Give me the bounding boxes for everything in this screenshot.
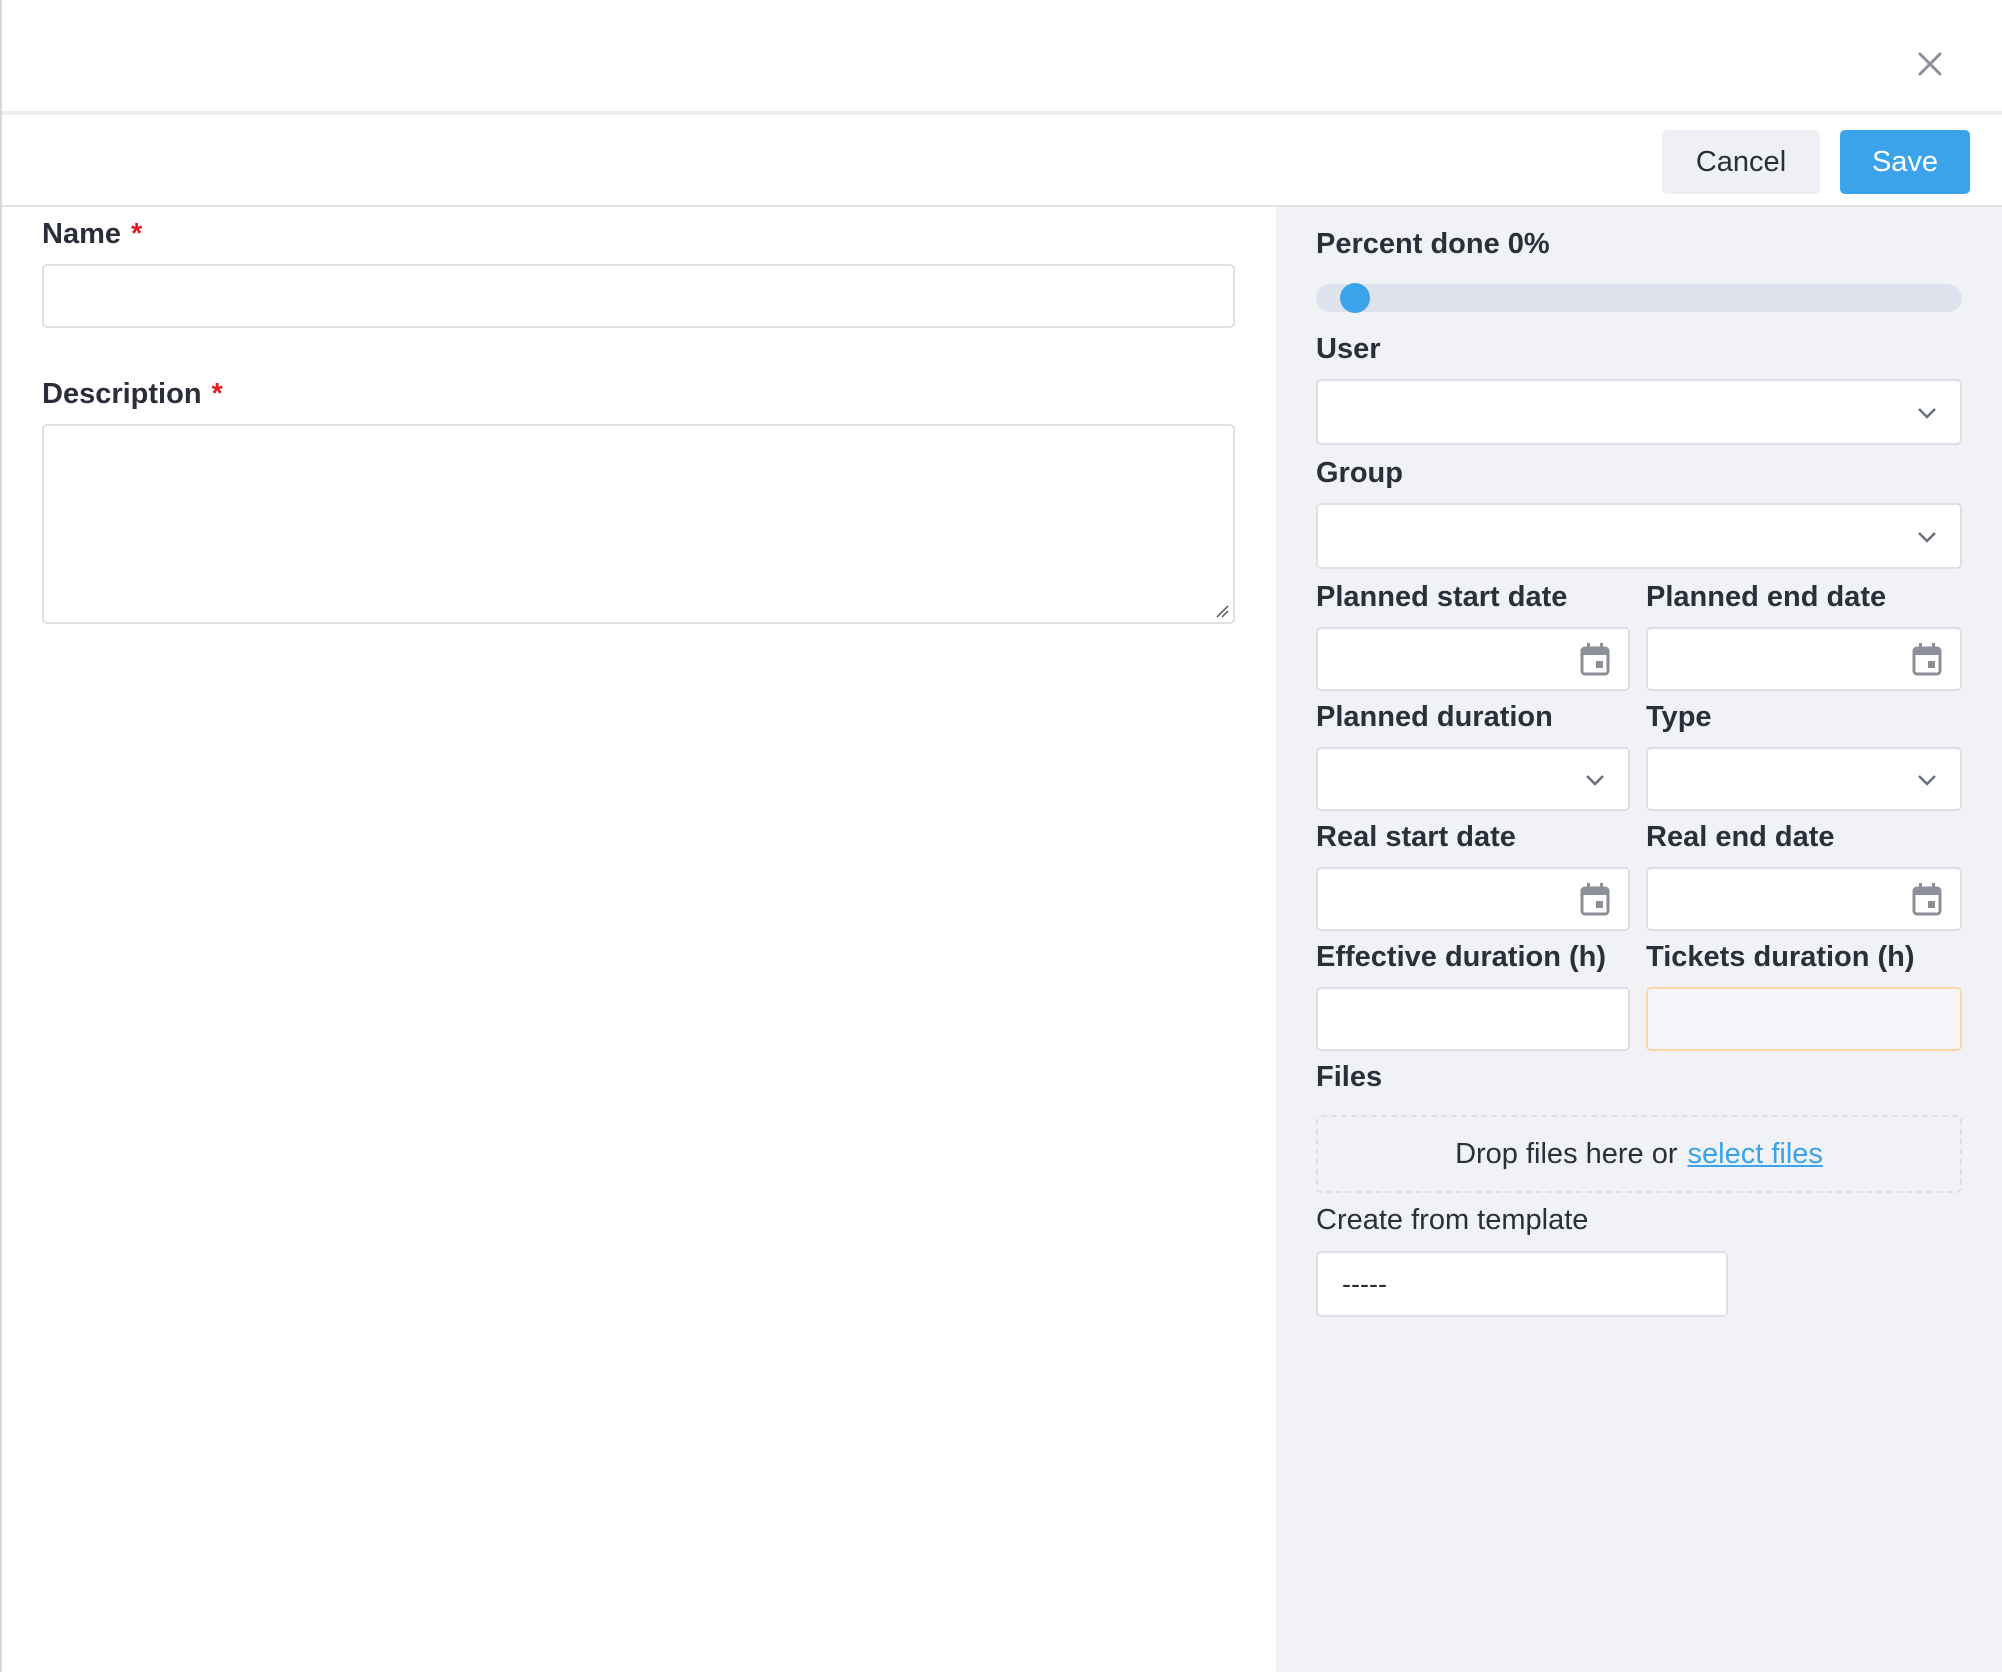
description-textarea[interactable] bbox=[42, 424, 1235, 624]
file-dropzone[interactable]: Drop files here or select files bbox=[1316, 1115, 1962, 1193]
chevron-down-icon bbox=[1918, 408, 1936, 419]
effective-duration-input[interactable] bbox=[1316, 987, 1630, 1051]
select-files-link[interactable]: select files bbox=[1688, 1138, 1823, 1171]
slider-thumb[interactable] bbox=[1340, 283, 1370, 313]
planned-duration-label: Planned duration bbox=[1316, 701, 1553, 733]
percent-done-slider[interactable] bbox=[1316, 284, 1962, 312]
calendar-icon[interactable] bbox=[1912, 642, 1942, 676]
tickets-duration-label: Tickets duration (h) bbox=[1646, 941, 1915, 973]
user-label: User bbox=[1316, 333, 1381, 365]
cancel-button[interactable]: Cancel bbox=[1662, 130, 1820, 194]
user-select[interactable] bbox=[1316, 379, 1962, 445]
dialog-toolbar: Cancel Save bbox=[2, 115, 2002, 207]
dialog-header bbox=[2, 0, 2002, 115]
real-start-label: Real start date bbox=[1316, 821, 1516, 853]
type-label: Type bbox=[1646, 701, 1712, 733]
real-end-date-input[interactable] bbox=[1646, 867, 1962, 931]
type-select[interactable] bbox=[1646, 747, 1962, 811]
close-button[interactable] bbox=[1912, 46, 1948, 82]
chevron-down-icon bbox=[1586, 775, 1604, 786]
planned-start-date-input[interactable] bbox=[1316, 627, 1630, 691]
chevron-down-icon bbox=[1918, 532, 1936, 543]
name-input[interactable] bbox=[42, 264, 1235, 328]
name-label: Name * bbox=[42, 218, 142, 251]
required-marker: * bbox=[131, 218, 143, 250]
calendar-icon[interactable] bbox=[1580, 882, 1610, 916]
planned-duration-select[interactable] bbox=[1316, 747, 1630, 811]
template-select-value: ----- bbox=[1342, 1268, 1387, 1299]
calendar-icon[interactable] bbox=[1912, 882, 1942, 916]
planned-end-label: Planned end date bbox=[1646, 581, 1887, 613]
save-button[interactable]: Save bbox=[1840, 130, 1970, 194]
planned-end-date-input[interactable] bbox=[1646, 627, 1962, 691]
name-label-text: Name bbox=[42, 218, 121, 250]
required-marker: * bbox=[211, 378, 223, 410]
description-label: Description * bbox=[42, 378, 223, 411]
group-label: Group bbox=[1316, 457, 1403, 489]
close-icon bbox=[1918, 52, 1942, 76]
calendar-icon[interactable] bbox=[1580, 642, 1610, 676]
percent-done-label: Percent done 0% bbox=[1316, 228, 1550, 260]
real-end-label: Real end date bbox=[1646, 821, 1835, 853]
planned-start-label: Planned start date bbox=[1316, 581, 1568, 613]
tickets-duration-input bbox=[1646, 987, 1962, 1051]
template-select[interactable]: ----- bbox=[1316, 1251, 1728, 1317]
chevron-down-icon bbox=[1918, 775, 1936, 786]
template-label: Create from template bbox=[1316, 1204, 1589, 1236]
dropzone-text: Drop files here or bbox=[1455, 1137, 1678, 1170]
resize-grip-icon[interactable] bbox=[1215, 604, 1229, 618]
effective-duration-label: Effective duration (h) bbox=[1316, 941, 1607, 973]
group-select[interactable] bbox=[1316, 503, 1962, 569]
description-label-text: Description bbox=[42, 378, 202, 410]
real-start-date-input[interactable] bbox=[1316, 867, 1630, 931]
files-label: Files bbox=[1316, 1061, 1383, 1093]
